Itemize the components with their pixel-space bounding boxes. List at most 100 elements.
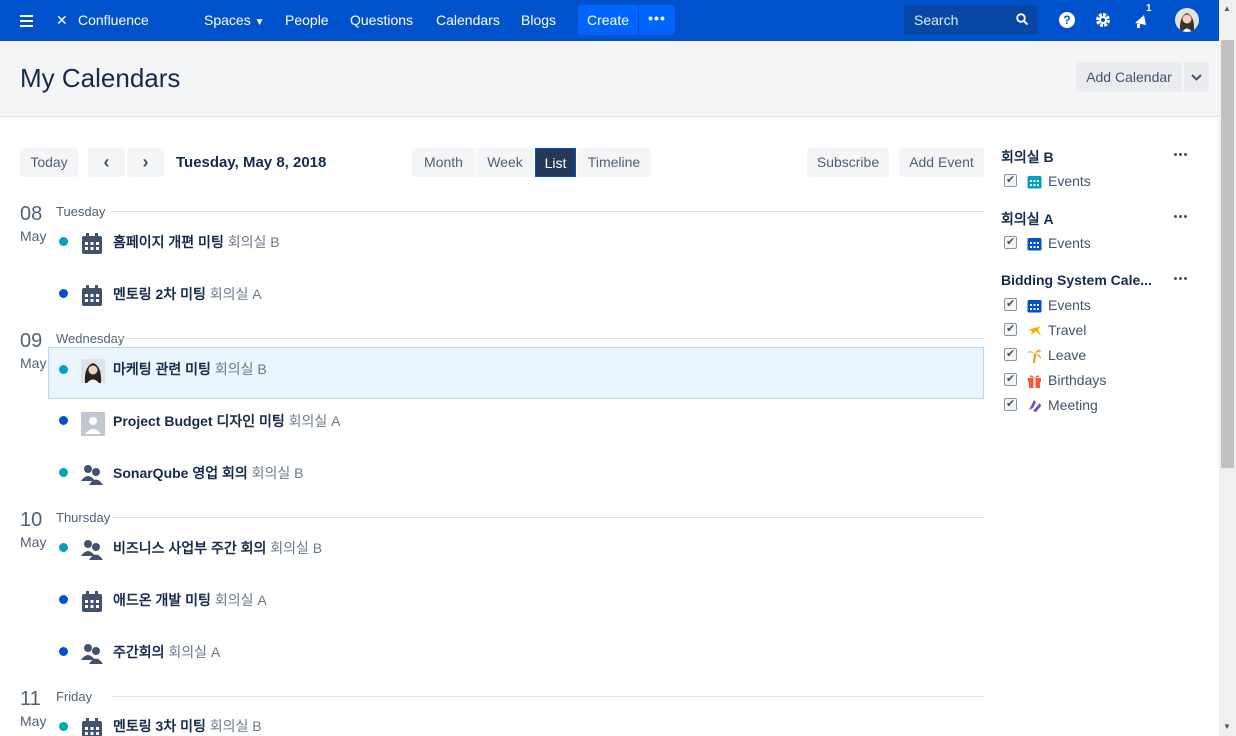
calendar-icon [82,233,102,254]
page-header: My Calendars Add Calendar [0,41,1219,117]
confluence-logo[interactable]: ✕ Confluence [56,0,149,41]
calendar-checkbox[interactable] [1004,322,1017,336]
calendar-icon [82,718,102,736]
meeting-icon [1029,400,1041,412]
nav-blogs[interactable]: Blogs [521,0,556,41]
day-divider [112,211,984,212]
event-title: 애드온 개발 미팅 [113,592,211,608]
event-row[interactable]: 애드온 개발 미팅 회의실 A [48,573,984,625]
people-icon [81,540,103,560]
nav-calendars[interactable]: Calendars [436,0,500,41]
calendar-checkbox[interactable] [1004,347,1017,361]
event-color-dot [59,237,68,246]
event-row[interactable]: 멘토링 2차 미팅 회의실 A [48,267,984,319]
more-options-icon[interactable] [1173,149,1189,161]
menu-icon[interactable] [20,0,36,41]
day-month: May [20,355,47,371]
user-photo [81,359,105,383]
confluence-logo-icon: ✕ [56,12,68,28]
day-number: 11 [20,688,41,710]
calendar-item[interactable]: Leave [1004,347,1124,365]
nav-spaces[interactable]: Spaces ▼ [204,0,265,41]
create-button[interactable]: Create [578,5,638,35]
calendar-group-name[interactable]: Bidding System Cale... [1001,272,1152,288]
event-row[interactable]: 주간회의 회의실 A [48,625,984,677]
event-color-dot [59,722,68,731]
people-icon [81,644,103,664]
event-title: 주간회의 [113,644,165,660]
calendar-group-name[interactable]: 회의실 B [1001,147,1054,167]
view-month-button[interactable]: Month [412,148,475,177]
add-calendar-button[interactable]: Add Calendar [1076,62,1182,92]
calendar-checkbox[interactable] [1004,173,1017,187]
notification-count: 1 [1146,3,1152,14]
prev-button[interactable]: ‹ [88,148,125,177]
calendar-checkbox[interactable] [1004,372,1017,386]
calendar-item[interactable]: Events [1004,235,1124,253]
add-event-button[interactable]: Add Event [899,148,984,177]
scrollbar-thumb[interactable] [1221,40,1234,468]
event-room: 회의실 A [288,413,341,429]
calendar-icon [1027,300,1042,313]
event-row[interactable]: 마케팅 관련 미팅 회의실 B [48,347,984,399]
event-room: 회의실 B [209,718,262,734]
calendar-item-label: Travel [1048,322,1087,338]
calendar-item-label: Events [1048,297,1091,313]
calendar-item[interactable]: Travel [1004,322,1124,340]
add-calendar-dropdown[interactable] [1184,62,1209,92]
page-scrollbar[interactable]: ▲ ▼ [1219,0,1236,736]
more-options-icon[interactable] [1173,211,1189,223]
scroll-up-icon[interactable]: ▲ [1223,4,1231,13]
next-button[interactable]: › [127,148,164,177]
calendar-icon [82,591,102,612]
event-room: 회의실 B [270,540,323,556]
calendar-group-name[interactable]: 회의실 A [1001,209,1054,229]
day-number: 09 [20,330,43,352]
day-divider [112,517,984,518]
day-month: May [20,228,47,244]
event-room: 회의실 B [214,361,267,377]
gear-icon[interactable] [1094,11,1112,29]
view-list-button[interactable]: List [535,148,576,177]
calendar-item[interactable]: Events [1004,173,1124,191]
calendar-item-label: Events [1048,173,1091,189]
user-avatar[interactable] [1175,8,1199,32]
event-color-dot [59,416,68,425]
day-divider [112,338,984,339]
calendar-item[interactable]: Meeting [1004,397,1124,415]
event-room: 회의실 A [168,644,221,660]
today-button[interactable]: Today [20,148,78,177]
page-title: My Calendars [20,63,181,93]
event-row[interactable]: 비즈니스 사업부 주간 회의 회의실 B [48,521,984,573]
nav-questions[interactable]: Questions [350,0,413,41]
subscribe-button[interactable]: Subscribe [807,148,889,177]
event-row[interactable]: 홈페이지 개편 미팅 회의실 B [48,215,984,267]
search-placeholder: Search [914,12,959,28]
view-timeline-button[interactable]: Timeline [577,148,651,177]
day-divider [112,696,984,697]
default-avatar-icon [81,412,105,436]
more-options-icon[interactable] [1173,273,1189,285]
calendar-item[interactable]: Events [1004,297,1124,315]
calendar-item-label: Events [1048,235,1091,251]
event-room: 회의실 B [227,234,280,250]
event-title: Project Budget 디자인 미팅 [113,413,285,429]
calendar-item[interactable]: Birthdays [1004,372,1124,390]
search-input[interactable]: Search [904,5,1038,35]
event-color-dot [59,365,68,374]
help-icon[interactable]: ? [1059,12,1075,28]
brand-name: Confluence [78,12,149,28]
event-row[interactable]: Project Budget 디자인 미팅 회의실 A [48,394,984,446]
gift-icon [1028,375,1041,388]
event-row[interactable]: 멘토링 3차 미팅 회의실 B [48,700,984,736]
nav-people[interactable]: People [285,0,329,41]
event-room: 회의실 B [251,465,304,481]
more-button[interactable]: ••• [639,5,675,35]
scroll-down-icon[interactable]: ▼ [1223,722,1231,731]
calendar-checkbox[interactable] [1004,235,1017,249]
calendar-checkbox[interactable] [1004,397,1017,411]
view-week-button[interactable]: Week [476,148,534,177]
day-number: 10 [20,509,43,531]
calendar-checkbox[interactable] [1004,297,1017,311]
event-row[interactable]: SonarQube 영업 회의 회의실 B [48,446,984,498]
